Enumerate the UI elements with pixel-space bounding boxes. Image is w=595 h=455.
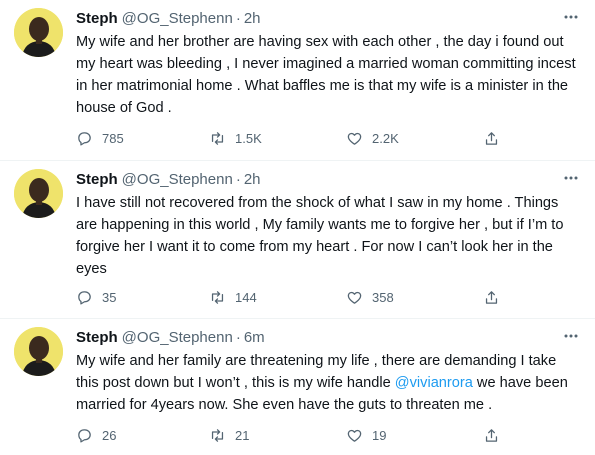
heart-icon (347, 132, 362, 145)
more-icon[interactable] (561, 170, 581, 186)
share-icon (485, 131, 498, 145)
retweet-count: 21 (235, 427, 250, 443)
reply-icon (78, 428, 91, 443)
reply-button[interactable]: 785 (76, 128, 124, 148)
tweet[interactable]: Steph @OG_Stephenn · 6m My wife and her … (0, 319, 595, 455)
timestamp[interactable]: 2h (244, 171, 261, 188)
retweet-count: 1.5K (235, 130, 262, 146)
user-handle[interactable]: @OG_Stephenn (122, 10, 233, 27)
separator-dot: · (235, 328, 241, 346)
tweet-header: Steph @OG_Stephenn · 6m (76, 327, 265, 347)
reply-count: 785 (102, 130, 124, 146)
tweet[interactable]: Steph @OG_Stephenn · 2h My wife and her … (0, 0, 595, 160)
timestamp[interactable]: 6m (244, 329, 265, 346)
timestamp[interactable]: 2h (244, 10, 261, 27)
retweet-button[interactable]: 144 (209, 287, 257, 307)
reply-icon (78, 131, 91, 146)
retweet-count: 144 (235, 289, 257, 305)
avatar[interactable] (14, 169, 63, 218)
tweet[interactable]: Steph @OG_Stephenn · 2h I have still not… (0, 161, 595, 318)
tweet-text: My wife and her brother are having sex w… (76, 34, 576, 116)
share-icon (485, 290, 498, 304)
display-name[interactable]: Steph (76, 329, 118, 346)
mention-link[interactable]: @vivianrora (395, 375, 473, 391)
share-button[interactable] (483, 128, 500, 148)
avatar-image (14, 327, 63, 376)
separator-dot: · (235, 170, 241, 188)
like-count: 19 (372, 427, 387, 443)
reply-button[interactable]: 26 (76, 425, 116, 445)
reply-button[interactable]: 35 (76, 287, 116, 307)
retweet-icon (211, 131, 224, 145)
like-button[interactable]: 2.2K (346, 128, 399, 148)
display-name[interactable]: Steph (76, 171, 118, 188)
retweet-button[interactable]: 1.5K (209, 128, 262, 148)
reply-icon (78, 290, 91, 305)
share-icon (485, 428, 498, 442)
retweet-icon (211, 290, 224, 304)
tweet-header: Steph @OG_Stephenn · 2h (76, 8, 261, 28)
reply-count: 35 (102, 289, 117, 305)
reply-count: 26 (102, 427, 117, 443)
more-icon[interactable] (561, 328, 581, 344)
share-button[interactable] (483, 425, 500, 445)
display-name[interactable]: Steph (76, 10, 118, 27)
heart-icon (347, 429, 362, 442)
retweet-button[interactable]: 21 (209, 425, 249, 445)
like-button[interactable]: 19 (346, 425, 386, 445)
like-count: 2.2K (372, 130, 399, 146)
tweet-text: I have still not recovered from the shoc… (76, 195, 564, 277)
avatar[interactable] (14, 8, 63, 57)
avatar-image (14, 8, 63, 57)
tweet-header: Steph @OG_Stephenn · 2h (76, 169, 261, 189)
avatar[interactable] (14, 327, 63, 376)
tweet-text: My wife and her family are threatening m… (76, 350, 581, 416)
separator-dot: · (235, 9, 241, 27)
more-icon[interactable] (561, 9, 581, 25)
heart-icon (347, 291, 362, 304)
user-handle[interactable]: @OG_Stephenn (122, 329, 233, 346)
like-count: 358 (372, 289, 394, 305)
user-handle[interactable]: @OG_Stephenn (122, 171, 233, 188)
retweet-icon (211, 428, 224, 442)
avatar-image (14, 169, 63, 218)
share-button[interactable] (483, 287, 500, 307)
like-button[interactable]: 358 (346, 287, 394, 307)
